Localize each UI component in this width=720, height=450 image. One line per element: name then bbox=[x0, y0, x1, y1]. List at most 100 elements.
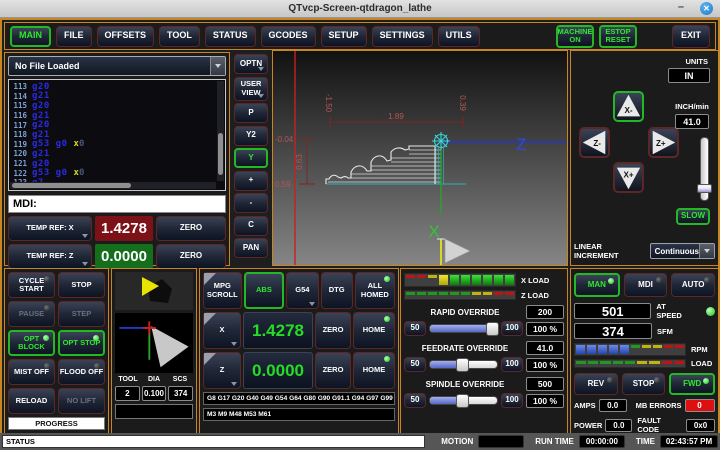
horizontal-scrollbar[interactable] bbox=[10, 182, 216, 189]
cycle-start-button[interactable]: CYCLE START bbox=[8, 272, 55, 298]
close-icon[interactable]: ✕ bbox=[700, 2, 713, 15]
slider-handle[interactable] bbox=[486, 322, 499, 336]
at-speed-label: AT SPEED bbox=[656, 302, 693, 320]
slider-handle[interactable] bbox=[456, 394, 469, 408]
tab-gcodes[interactable]: GCODES bbox=[261, 26, 316, 47]
pause-button[interactable]: PAUSE bbox=[8, 301, 55, 327]
flood-button[interactable]: FLOOD OFF bbox=[58, 359, 105, 385]
view-zoom-in-button[interactable]: + bbox=[234, 171, 268, 191]
home-x-button[interactable]: HOME bbox=[353, 312, 395, 349]
spindle-panel: MAN MDI AUTO 501 AT SPEED 374 SFM RPM LO… bbox=[570, 268, 719, 434]
rapid-override-label: RAPID OVERRIDE bbox=[404, 308, 526, 317]
view-user-view-button[interactable]: USER VIEW bbox=[234, 77, 268, 101]
view-y-button[interactable]: Y bbox=[234, 148, 268, 168]
jog-z-plus-button[interactable]: Z+ bbox=[648, 127, 679, 158]
spindle-fwd-button[interactable]: FWD bbox=[669, 373, 715, 395]
gcode-line: 117g20 bbox=[12, 120, 215, 130]
stop-button[interactable]: STOP bbox=[58, 272, 105, 298]
view-clear-button[interactable]: C bbox=[234, 216, 268, 236]
slider-handle[interactable] bbox=[456, 358, 469, 372]
feedrate-override-label: FEEDRATE OVERRIDE bbox=[404, 344, 526, 353]
tab-tool[interactable]: TOOL bbox=[159, 26, 200, 47]
man-mode-button[interactable]: MAN bbox=[574, 273, 620, 297]
svg-text:-0.04: -0.04 bbox=[275, 135, 294, 144]
chevron-down-icon[interactable] bbox=[210, 57, 225, 75]
spindle-rev-button[interactable]: REV bbox=[574, 373, 618, 395]
spindle-stop-button[interactable]: STOP bbox=[622, 373, 666, 395]
view-y2-button[interactable]: Y2 bbox=[234, 126, 268, 146]
mist-button[interactable]: MIST OFF bbox=[8, 359, 55, 385]
temp-ref-x-button[interactable]: TEMP REF: X bbox=[8, 216, 92, 241]
slider-handle[interactable] bbox=[697, 184, 712, 193]
home-z-button[interactable]: HOME bbox=[353, 352, 395, 389]
mdi-input[interactable]: MDI: bbox=[8, 195, 226, 213]
tab-setup[interactable]: SETUP bbox=[321, 26, 367, 47]
tool-panel: TOOL DIA SCS 2 0.100 374 bbox=[111, 268, 197, 434]
spindle-pct: 100 % bbox=[526, 394, 564, 408]
tab-offsets[interactable]: OFFSETS bbox=[97, 26, 155, 47]
spindle-max-button[interactable]: 100 bbox=[501, 393, 523, 408]
gcode-line: 122g53 g0x0 bbox=[12, 168, 215, 178]
axis-z-button[interactable]: Z bbox=[203, 352, 241, 389]
jog-x-plus-button[interactable]: X+ bbox=[613, 162, 644, 193]
feedrate-override-slider[interactable] bbox=[429, 360, 498, 369]
temp-ref-z-button[interactable]: TEMP REF: Z bbox=[8, 244, 92, 269]
window-title: QTvcp-Screen-qtdragon_lathe bbox=[288, 3, 431, 14]
jog-x-minus-button[interactable]: X- bbox=[613, 91, 644, 122]
axis-x-button[interactable]: X bbox=[203, 312, 241, 349]
tool-comment-box bbox=[115, 404, 193, 419]
zero-z-button[interactable]: ZERO bbox=[156, 244, 226, 269]
view-p-button[interactable]: P bbox=[234, 103, 268, 123]
jog-z-minus-button[interactable]: Z- bbox=[579, 127, 610, 158]
tab-status[interactable]: STATUS bbox=[205, 26, 256, 47]
rpm-label: RPM bbox=[691, 345, 708, 354]
feedrate-max-button[interactable]: 100 bbox=[501, 357, 523, 372]
no-lift-button[interactable]: NO LIFT bbox=[58, 388, 105, 414]
auto-mode-button[interactable]: AUTO bbox=[671, 273, 715, 297]
gcode-listing[interactable]: 113g20 114g21 115g20 116g21 117g20 118g2… bbox=[8, 79, 226, 191]
mpg-scroll-button[interactable]: MPG SCROLL bbox=[203, 272, 242, 309]
reload-button[interactable]: RELOAD bbox=[8, 388, 55, 414]
file-panel: No File Loaded 113g20 114g21 115g20 116g… bbox=[4, 52, 230, 266]
vertical-scrollbar[interactable] bbox=[217, 81, 224, 181]
machine-on-button[interactable]: MACHINE ON bbox=[556, 25, 594, 48]
z-axis-label: Z bbox=[516, 135, 526, 154]
all-homed-button[interactable]: ALL HOMED bbox=[355, 272, 395, 309]
zero-x-dro-button[interactable]: ZERO bbox=[315, 312, 351, 349]
slow-button[interactable]: SLOW bbox=[676, 208, 710, 225]
opt-block-button[interactable]: OPT BLOCK bbox=[8, 330, 55, 356]
mb-errors-value: 0 bbox=[685, 399, 715, 412]
feedrate-min-button[interactable]: 50 bbox=[404, 357, 426, 372]
minimize-icon[interactable]: – bbox=[678, 1, 684, 13]
rapid-override-slider[interactable] bbox=[429, 324, 498, 333]
time-value: 02:43:57 PM bbox=[660, 435, 718, 448]
sfm-readout: 374 bbox=[574, 323, 652, 339]
g54-button[interactable]: G54 bbox=[286, 272, 318, 309]
view-zoom-out-button[interactable]: - bbox=[234, 193, 268, 213]
tab-main[interactable]: MAIN bbox=[10, 26, 51, 47]
mdi-mode-button[interactable]: MDI bbox=[624, 273, 668, 297]
abs-button[interactable]: ABS bbox=[244, 272, 285, 309]
temp-ref-z-row: TEMP REF: Z 0.0000 ZERO bbox=[8, 244, 226, 269]
estop-reset-button[interactable]: ESTOP RESET bbox=[599, 25, 637, 48]
tab-file[interactable]: FILE bbox=[56, 26, 92, 47]
chevron-down-icon[interactable] bbox=[699, 244, 714, 258]
exit-button[interactable]: EXIT bbox=[672, 25, 710, 48]
spindle-override-slider[interactable] bbox=[429, 396, 498, 405]
gremlin-preview[interactable]: 1.89 -1.50 0.39 -0.04 0.63 0.59 bbox=[272, 50, 568, 266]
view-pan-button[interactable]: PAN bbox=[234, 238, 268, 258]
linear-increment-combo[interactable]: Continuous bbox=[650, 243, 715, 259]
dtg-button[interactable]: DTG bbox=[321, 272, 353, 309]
loaded-file-combo[interactable]: No File Loaded bbox=[8, 56, 226, 76]
rapid-min-button[interactable]: 50 bbox=[404, 321, 426, 336]
opt-stop-button[interactable]: OPT STOP bbox=[58, 330, 105, 356]
jog-rate-slider[interactable] bbox=[700, 137, 709, 201]
view-optn-button[interactable]: OPTN bbox=[234, 54, 268, 74]
tab-utils[interactable]: UTILS bbox=[438, 26, 480, 47]
zero-z-dro-button[interactable]: ZERO bbox=[315, 352, 351, 389]
spindle-min-button[interactable]: 50 bbox=[404, 393, 426, 408]
tab-settings[interactable]: SETTINGS bbox=[372, 26, 433, 47]
step-button[interactable]: STEP bbox=[58, 301, 105, 327]
zero-x-button[interactable]: ZERO bbox=[156, 216, 226, 241]
rapid-max-button[interactable]: 100 bbox=[501, 321, 523, 336]
